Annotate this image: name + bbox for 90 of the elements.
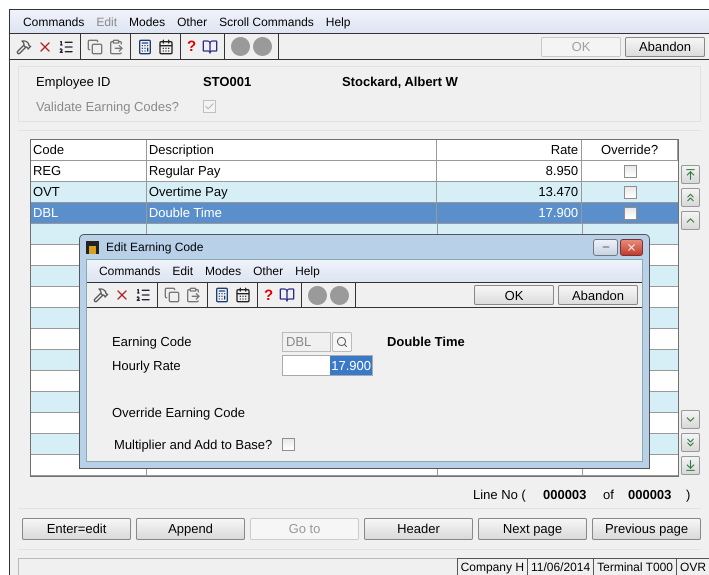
book-icon[interactable] [202, 38, 218, 54]
table-cell: DBL [31, 203, 147, 223]
column-header: Override? [582, 140, 678, 160]
calculator-icon[interactable] [137, 38, 153, 54]
table-cell: 17.900 [437, 203, 582, 223]
action-button[interactable]: Next page [478, 518, 587, 540]
menu-item[interactable]: Other [248, 262, 288, 280]
calendar-icon[interactable] [158, 38, 174, 54]
selected-text: 17.900 [330, 356, 372, 376]
column-header: Description [146, 140, 438, 160]
help-button[interactable]: ? [187, 39, 196, 54]
page-up-button[interactable] [681, 188, 700, 207]
checkbox[interactable] [624, 206, 637, 220]
line-no-close: ) [686, 486, 690, 504]
copy-icon[interactable] [164, 287, 180, 303]
table-cell: 13.470 [437, 182, 582, 202]
page-down-button[interactable] [681, 433, 700, 452]
section-label: Override Earning Code [112, 404, 246, 422]
tools-icon[interactable] [16, 38, 32, 54]
list-icon[interactable] [58, 38, 74, 54]
menu-item[interactable]: Commands [94, 262, 166, 280]
search-icon [336, 336, 348, 348]
checkbox[interactable] [624, 164, 637, 178]
list-icon[interactable] [135, 287, 151, 303]
action-button[interactable]: Header [364, 518, 473, 540]
field-label: Employee ID [36, 72, 112, 91]
table-cell: Regular Pay [146, 161, 438, 181]
employee-id: STO001 [203, 72, 252, 90]
table-cell: Double Time [146, 203, 438, 223]
page-down-icon [684, 436, 697, 449]
employee-name: Stockard, Albert W [342, 72, 458, 90]
paste-icon[interactable] [185, 287, 201, 303]
copy-icon[interactable] [87, 38, 103, 54]
status-field: Terminal T000 [593, 558, 676, 575]
minimize-button[interactable] [593, 238, 618, 256]
menu-item[interactable]: Modes [124, 12, 170, 30]
line-no-total: 000003 [628, 486, 672, 504]
table-cell: 8.950 [437, 161, 582, 181]
column-header: Code [31, 140, 147, 160]
line-no-label: Line No ( [473, 486, 527, 504]
lookup-button[interactable] [332, 332, 352, 352]
book-icon[interactable] [279, 287, 296, 303]
table-row[interactable]: REG Regular Pay 8.950 [31, 161, 678, 182]
table-cell: OVT [31, 182, 147, 202]
scroll-up-button[interactable] [681, 211, 700, 230]
action-button[interactable]: Append [136, 518, 245, 540]
checkbox[interactable] [624, 186, 637, 198]
scroll-top-icon [684, 168, 697, 181]
paste-icon[interactable] [108, 38, 124, 54]
hourly-rate-field[interactable]: 17.900 [282, 355, 373, 376]
field-label: Validate Earning Codes? [36, 98, 180, 116]
table-row[interactable]: OVT Overtime Pay 13.470 [31, 182, 678, 203]
column-header: Rate [437, 140, 582, 160]
action-button[interactable]: Enter=edit [22, 518, 131, 540]
close-icon [626, 242, 637, 252]
menu-item[interactable]: Edit [167, 262, 198, 280]
scroll-bottom-button[interactable] [681, 456, 700, 475]
scroll-top-button[interactable] [681, 165, 700, 184]
checkbox[interactable] [282, 438, 296, 451]
page-up-icon [684, 191, 697, 204]
table-cell: REG [31, 161, 147, 181]
close-button[interactable] [620, 238, 643, 256]
menu-item[interactable]: Scroll Commands [214, 12, 319, 30]
calendar-icon[interactable] [235, 287, 251, 303]
field-label: Earning Code [112, 332, 192, 351]
action-button[interactable]: Previous page [592, 518, 701, 540]
scroll-bottom-icon [684, 459, 697, 472]
earning-description: Double Time [387, 332, 465, 351]
help-button[interactable]: ? [264, 288, 274, 302]
menu-item[interactable]: Commands [18, 12, 90, 30]
scroll-down-button[interactable] [681, 410, 700, 429]
ok-button[interactable]: OK [474, 285, 554, 305]
abandon-button[interactable]: Abandon [558, 285, 638, 305]
line-no-current: 000003 [543, 486, 588, 504]
menu-item[interactable]: Modes [200, 262, 246, 280]
field-label: Hourly Rate [112, 356, 182, 375]
menu-item[interactable]: Help [320, 12, 356, 30]
calculator-icon[interactable] [214, 287, 230, 303]
tools-icon[interactable] [93, 287, 109, 303]
field-label: Multiplier and Add to Base? [114, 436, 272, 454]
line-no-of: of [603, 486, 615, 504]
status-field: 11/06/2014 [526, 558, 594, 575]
menu-item[interactable]: Other [172, 12, 212, 30]
app-icon [86, 240, 99, 254]
abandon-button[interactable]: Abandon [625, 36, 705, 56]
table-cell: Overtime Pay [146, 182, 438, 202]
status-field: Company H [456, 558, 527, 575]
status-field: OVR [676, 558, 709, 575]
menu-item[interactable]: Help [290, 262, 325, 280]
dialog-title: Edit Earning Code [106, 239, 204, 256]
